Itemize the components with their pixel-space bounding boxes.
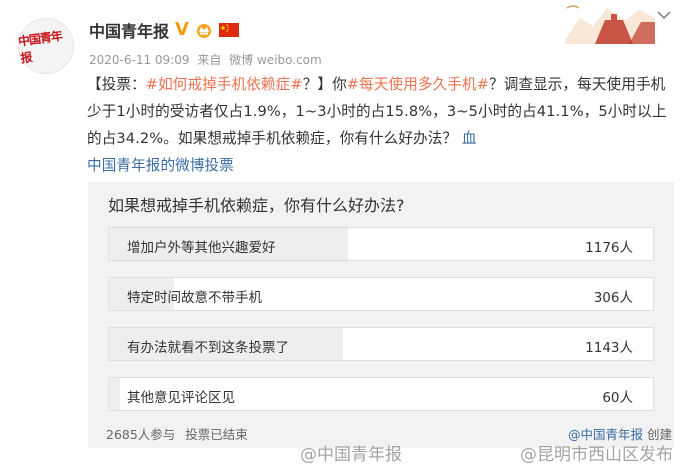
poll-option-count: 60人 <box>602 390 633 406</box>
post-text: 【投票：#如何戒掉手机依赖症#？】你#每天使用多久手机#？调查显示，每天使用手机… <box>87 71 672 179</box>
post-source[interactable]: 微博 weibo.com <box>229 53 322 67</box>
great-wall-banner-icon <box>545 0 655 44</box>
crown-badge-icon <box>196 24 211 38</box>
post-meta: 2020-6-11 09:09 来自 微博 weibo.com <box>89 51 326 68</box>
poll-option-count: 1143人 <box>585 340 633 356</box>
china-flag-icon <box>218 23 239 37</box>
post-bracket-open: 【投票： <box>87 76 146 93</box>
poll-option-2[interactable]: 特定时间故意不带手机 306人 <box>108 277 654 311</box>
account-header: 中国青年报 V <box>89 18 239 42</box>
watermark-left: @中国青年报 <box>300 445 402 465</box>
avatar[interactable]: 中国青年报 <box>17 18 74 74</box>
source-prefix: 来自 <box>197 53 222 67</box>
topic-link-daily-usage[interactable]: #每天使用多久手机# <box>347 76 489 93</box>
verified-icon: V <box>175 19 189 40</box>
post-date[interactable]: 2020-6-11 09:09 <box>89 53 190 67</box>
poll-option-1[interactable]: 增加户外等其他兴趣爱好 1176人 <box>108 227 654 261</box>
poll-option-label: 其他意见评论区见 <box>127 390 235 406</box>
poll-option-4[interactable]: 其他意见评论区见 60人 <box>108 377 654 411</box>
poll-title: 如果想戒掉手机依赖症，你有什么好办法? <box>108 196 405 215</box>
poll-card: 如果想戒掉手机依赖症，你有什么好办法? 增加户外等其他兴趣爱好 1176人 特定… <box>88 182 674 448</box>
post-segment-1: ？】你 <box>302 76 347 93</box>
poll-option-label: 有办法就看不到这条投票了 <box>127 340 289 356</box>
poll-footer: 2685人参与 投票已结束 <box>106 424 254 443</box>
account-name[interactable]: 中国青年报 <box>89 18 169 42</box>
poll-option-label: 特定时间故意不带手机 <box>127 290 262 306</box>
poll-participants: 2685人参与 <box>106 427 176 442</box>
poll-option-bar <box>109 378 120 410</box>
watermark-right: @昆明市西山区发布 <box>520 445 673 465</box>
topic-link-phone-addiction[interactable]: #如何戒掉手机依赖症# <box>146 76 303 93</box>
avatar-logo-text: 中国青年报 <box>17 28 63 66</box>
vote-icon: 血 <box>461 130 477 147</box>
poll-option-label: 增加户外等其他兴趣爱好 <box>127 240 276 256</box>
poll-option-3[interactable]: 有办法就看不到这条投票了 1143人 <box>108 327 654 361</box>
poll-status: 投票已结束 <box>185 427 248 442</box>
weibo-vote-link[interactable]: 中国青年报的微博投票 <box>87 157 234 174</box>
poll-option-count: 306人 <box>593 290 633 306</box>
poll-option-count: 1176人 <box>585 240 633 256</box>
chevron-down-icon[interactable] <box>657 10 671 20</box>
